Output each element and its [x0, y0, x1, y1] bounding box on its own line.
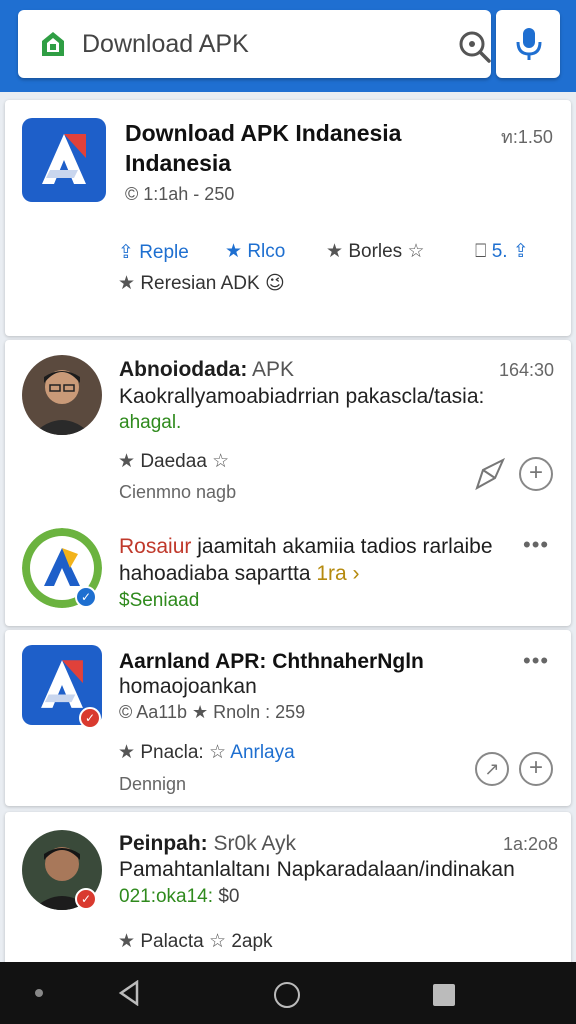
app-title: Download APK Indanesia [125, 120, 402, 146]
post-body: Rosaiur jaamitah akamiia tadios rarlaibe [119, 535, 493, 559]
app-card[interactable]: ✓ Aarnland APR: ChthnaherNgln ••• homaoj… [5, 630, 571, 806]
bookmark-icon: ⎕ [475, 241, 487, 262]
star-icon: ★ [118, 931, 136, 952]
author-suffix: APK [252, 358, 295, 381]
rating-tail: 2apk [231, 931, 273, 952]
post-time: ท:1.50 [501, 127, 553, 147]
post-link[interactable]: $Seniaad [119, 590, 199, 612]
highlight-text: 021:oka14: [119, 886, 214, 907]
app-meta: © 1:1ah - 250 [125, 184, 235, 204]
post-card[interactable]: Abnoiodada: APK 164:30 Kaokrallyamoabiad… [5, 340, 571, 626]
app-logo [22, 118, 106, 202]
star-icon: ★ [225, 241, 243, 262]
author-name: Abnoiodada: [119, 358, 248, 381]
mic-icon [516, 28, 542, 60]
star-icon: ★ [118, 742, 136, 763]
add-button[interactable]: + [519, 457, 553, 491]
verified-badge-icon: ✓ [75, 888, 97, 910]
plus-icon: + [528, 754, 543, 781]
app-meta: © Aa11b ★ Rnoln : 259 [119, 702, 306, 722]
search-input[interactable]: Download APK [18, 10, 491, 78]
back-icon[interactable] [117, 980, 141, 1006]
borles-button[interactable]: ★ Borles ☆ [326, 240, 425, 263]
home-icon[interactable] [274, 982, 300, 1008]
search-query: Download APK [82, 30, 249, 58]
rating-line: ★ Daedaa ☆ [118, 450, 229, 473]
star-outline-icon: ☆ [208, 742, 227, 763]
top-bar: Download APK [0, 0, 576, 92]
save-share-button[interactable]: ⎕ 5. ⇪ [475, 240, 529, 263]
star-outline-icon: ☆ [208, 931, 227, 952]
reply-button[interactable]: ⇪ Reple [118, 241, 189, 264]
more-options-icon[interactable]: ••• [523, 648, 549, 674]
star-outline-icon: ☆ [407, 241, 425, 262]
post-text: jaamitah akamiia tadios rarlaibe [197, 535, 493, 558]
add-button[interactable]: + [519, 752, 553, 786]
post-header: Abnoiodada: APK [119, 358, 294, 382]
nav-dot-icon [35, 989, 43, 997]
post-body-line2: hahoadiaba sapartta 1ra › [119, 562, 360, 586]
review-text: Reresian ADK 😉 [140, 273, 285, 294]
rating-text: Pnacla: [140, 742, 204, 763]
post-text: hahoadiaba sapartta [119, 562, 311, 585]
author-suffix: Sr0k Ayk [213, 832, 297, 855]
edit-icon[interactable] [473, 456, 509, 492]
app-card[interactable]: Download APK Indanesia Indanesia ท:1.50 … [5, 100, 571, 336]
search-icon[interactable] [458, 30, 492, 64]
avatar[interactable] [22, 355, 102, 435]
star-icon: ★ [326, 241, 344, 262]
rating-line: ★ Pnacla: ☆ Anrlaya [118, 741, 295, 764]
post-body: Kaokrallyamoabiadrrian pakascla/tasia: [119, 385, 485, 408]
verified-badge-icon: ✓ [79, 707, 101, 729]
like-button[interactable]: ★ Rlco [225, 240, 285, 263]
system-nav-bar [0, 962, 576, 1024]
recents-icon[interactable] [433, 984, 455, 1006]
post-body: Pamahtanlaltanı Napkaradalaan/indinakan [119, 858, 515, 881]
rating-text: Palacta [140, 931, 204, 952]
star-icon: ★ [118, 451, 136, 472]
app-title-line2: Indanesia [125, 150, 232, 176]
author-name: Rosaiur [119, 535, 192, 558]
chevron-right-icon: › [352, 562, 360, 585]
app-title: Aarnland APR: ChthnaherNgln [119, 650, 424, 673]
star-icon: ★ [118, 273, 136, 294]
post-link[interactable]: ahagal. [119, 412, 181, 434]
post-highlight: 021:oka14: $0 [119, 886, 239, 908]
borles-label: Borles [348, 241, 403, 262]
post-time: 1a:2o8 [503, 834, 559, 854]
play-store-icon [42, 32, 64, 56]
author-name: Peinpah: [119, 832, 208, 855]
app-caption: Dennign [119, 774, 187, 794]
rating-line: ★ Palacta ☆ 2apk [118, 930, 273, 953]
verified-badge-icon: ✓ [75, 586, 97, 608]
more-options-icon[interactable]: ••• [523, 532, 549, 558]
upload-icon: ⇪ [512, 241, 529, 262]
count-label: 5. [491, 241, 508, 262]
post-card[interactable]: ✓ Peinpah: Sr0k Ayk 1a:2o8 Pamahtanlalta… [5, 812, 571, 972]
star-outline-icon: ☆ [212, 451, 230, 472]
post-time: 164:30 [499, 360, 555, 380]
share-icon: ⇪ [118, 242, 134, 263]
voice-search-button[interactable] [496, 10, 560, 78]
post-caption: Cienmno nagb [119, 482, 237, 502]
review-line: ★ Reresian ADK 😉 [118, 272, 285, 295]
highlight-tail: $0 [218, 886, 240, 907]
share-button[interactable]: ↗ [475, 752, 509, 786]
app-subtitle: homaojoankan [119, 675, 257, 698]
rating-text: Daedaa [140, 451, 207, 472]
share-arrow-icon: ↗ [484, 759, 500, 779]
plus-icon: + [528, 459, 543, 486]
rating-link[interactable]: Anrlaya [230, 742, 294, 763]
reply-label: Reple [139, 242, 189, 263]
like-label: Rlco [247, 241, 286, 262]
post-header: Peinpah: Sr0k Ayk [119, 832, 296, 856]
post-tag: 1ra [316, 562, 347, 585]
